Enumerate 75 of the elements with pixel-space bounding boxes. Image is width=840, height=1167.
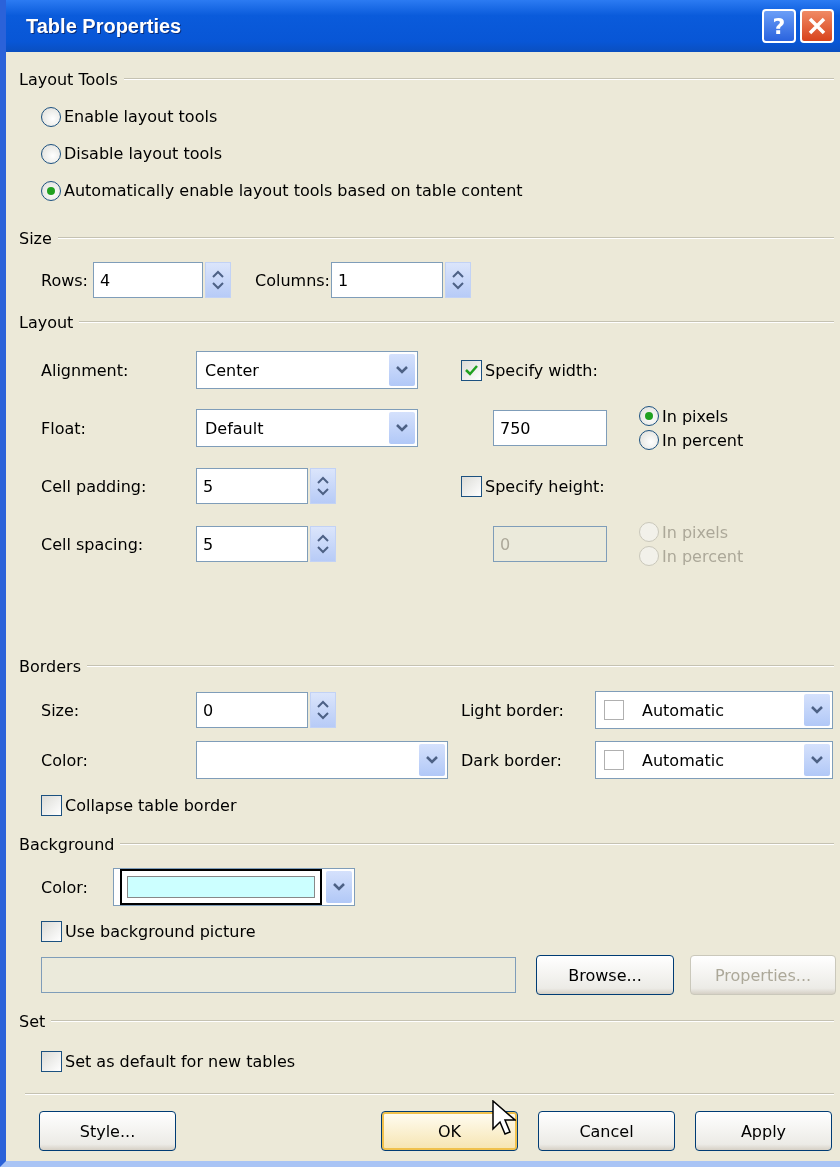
radio-button[interactable] xyxy=(41,143,61,164)
spin-button[interactable] xyxy=(310,468,336,504)
radio-label: In percent xyxy=(662,546,744,566)
field-label: Color: xyxy=(41,877,89,897)
dropdown[interactable] xyxy=(196,741,448,779)
field-label: Rows: xyxy=(41,270,89,290)
chevron-down-icon xyxy=(425,755,439,765)
radio-button[interactable] xyxy=(41,106,61,127)
radio-label: In percent xyxy=(662,430,744,450)
spin-button[interactable] xyxy=(205,262,231,298)
field-label: Cell padding: xyxy=(41,476,148,496)
chevron-down-icon xyxy=(810,755,824,765)
checkbox-label: Set as default for new tables xyxy=(65,1051,296,1071)
number-field[interactable]: 5 xyxy=(196,468,308,504)
color-swatch xyxy=(604,750,624,770)
dialog-button[interactable]: OK xyxy=(381,1111,518,1151)
field-label: Color: xyxy=(41,750,89,770)
field-label: Size: xyxy=(41,700,81,720)
radio-label: Enable layout tools xyxy=(64,107,218,126)
help-button[interactable]: ? xyxy=(762,9,796,43)
field-label: Dark border: xyxy=(461,750,563,770)
color-swatch xyxy=(604,700,624,720)
section-heading: Size xyxy=(19,228,52,248)
radio-button[interactable] xyxy=(639,430,659,450)
field-label: Light border: xyxy=(461,700,565,720)
mouse-cursor-icon xyxy=(492,1100,516,1136)
radio-label: In pixels xyxy=(662,406,729,426)
dialog-button[interactable]: Apply xyxy=(695,1111,832,1151)
browse-button[interactable]: Browse... xyxy=(536,955,674,995)
window-title: Table Properties xyxy=(26,14,183,38)
close-icon xyxy=(807,16,827,36)
checkbox[interactable] xyxy=(41,794,62,816)
picture-path-field[interactable] xyxy=(41,957,516,993)
chevron-down-icon xyxy=(332,882,347,892)
field-label: Cell spacing: xyxy=(41,534,145,554)
section-heading: Set xyxy=(19,1011,46,1031)
number-field[interactable]: 1 xyxy=(331,262,443,298)
section-heading: Background xyxy=(19,834,115,854)
dropdown[interactable]: Default xyxy=(196,409,418,447)
radio-label: Disable layout tools xyxy=(64,144,223,163)
spin-button[interactable] xyxy=(310,526,336,562)
radio-label: Automatically enable layout tools based on table content xyxy=(64,181,523,200)
field-label: Columns: xyxy=(254,270,331,290)
section-heading: Layout xyxy=(19,312,74,332)
spin-button[interactable] xyxy=(310,692,336,728)
checkbox-label: Collapse table border xyxy=(65,795,237,815)
field-label: Float: xyxy=(41,418,87,438)
checkbox[interactable] xyxy=(41,1050,62,1072)
section-heading: Borders xyxy=(19,656,81,676)
dialog-button[interactable]: Cancel xyxy=(538,1111,675,1151)
checkbox-label: Specify width: xyxy=(485,360,598,380)
checkbox-label: Use background picture xyxy=(65,921,256,941)
dropdown[interactable]: Center xyxy=(196,351,418,389)
chevron-down-icon xyxy=(810,705,824,715)
checkbox-label: Specify height: xyxy=(485,476,605,496)
chevron-down-icon xyxy=(395,365,409,375)
width-field[interactable]: 750 xyxy=(493,410,607,446)
section-heading: Layout Tools xyxy=(19,69,118,89)
checkbox[interactable] xyxy=(41,920,62,942)
spin-button[interactable] xyxy=(445,262,471,298)
radio-label: In pixels xyxy=(662,522,729,542)
radio-button[interactable] xyxy=(639,406,659,426)
field-label: Alignment: xyxy=(41,360,130,380)
dialog-button[interactable]: Style... xyxy=(39,1111,176,1151)
radio-button[interactable] xyxy=(41,180,61,201)
dropdown[interactable]: Automatic xyxy=(595,741,833,779)
checkmark-icon xyxy=(464,363,479,377)
number-field[interactable]: 5 xyxy=(196,526,308,562)
dropdown[interactable]: Automatic xyxy=(595,691,833,729)
color-dropdown[interactable] xyxy=(113,868,355,906)
close-button[interactable] xyxy=(800,9,834,43)
number-field[interactable]: 0 xyxy=(196,692,308,728)
chevron-down-icon xyxy=(395,423,409,433)
checkbox[interactable] xyxy=(461,359,482,381)
number-field[interactable]: 4 xyxy=(93,262,203,298)
